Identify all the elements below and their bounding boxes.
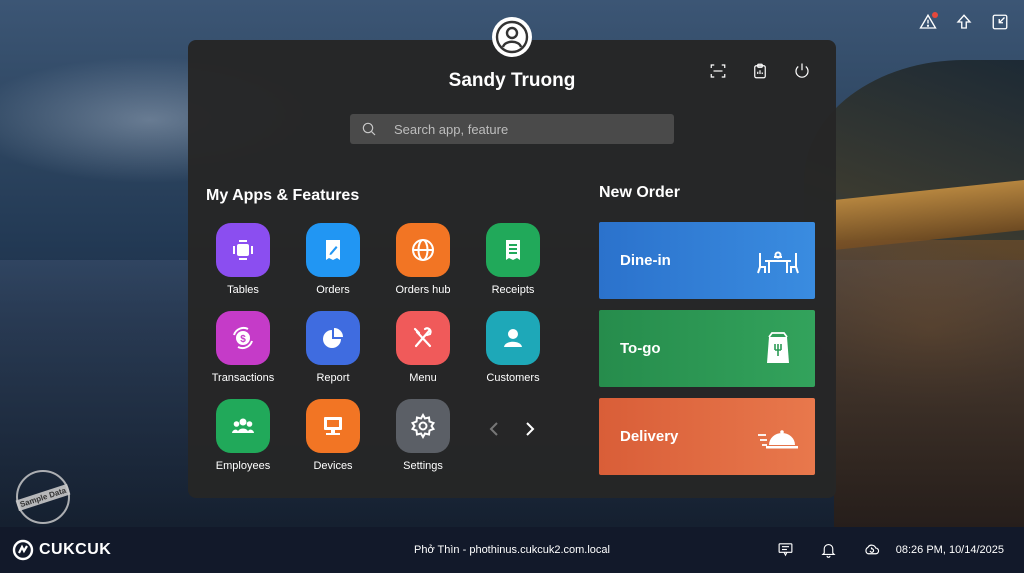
app-devices[interactable]: Devices — [293, 399, 373, 472]
delivery-label: Delivery — [620, 428, 679, 445]
app-employees[interactable]: Employees — [203, 399, 283, 472]
app-label: Menu — [409, 372, 437, 384]
dine-in-label: Dine-in — [620, 252, 671, 269]
app-tables[interactable]: Tables — [203, 223, 283, 296]
sample-data-label: Sample Data — [15, 483, 71, 511]
app-receipts[interactable]: Receipts — [473, 223, 553, 296]
app-label: Transactions — [211, 372, 275, 384]
new-order-title: New Order — [599, 184, 680, 201]
upload-icon[interactable] — [954, 12, 974, 32]
user-icon — [486, 311, 540, 365]
app-label: Receipts — [491, 284, 535, 296]
search-input[interactable] — [392, 120, 656, 138]
apps-section-title: My Apps & Features — [206, 187, 360, 204]
receipts-icon — [486, 223, 540, 277]
delivery-button[interactable]: Delivery — [599, 398, 815, 475]
dine-in-icon — [757, 251, 799, 273]
to-go-bag-icon — [767, 331, 789, 363]
app-label: Devices — [313, 460, 353, 472]
gear-icon — [396, 399, 450, 453]
app-orders-hub[interactable]: Orders hub — [383, 223, 463, 296]
to-go-label: To-go — [620, 340, 661, 357]
app-label: Employees — [215, 460, 271, 472]
app-report[interactable]: Report — [293, 311, 373, 384]
top-right-toolbar — [918, 12, 1010, 32]
app-label: Tables — [227, 284, 259, 296]
prev-page-button[interactable] — [487, 420, 501, 438]
monitor-icon — [306, 399, 360, 453]
clipboard-icon[interactable] — [750, 60, 770, 82]
group-icon — [216, 399, 270, 453]
bottom-status-bar: CUKCUK Phở Thìn - phothinus.cukcuk2.com.… — [0, 527, 1024, 573]
app-settings[interactable]: Settings — [383, 399, 463, 472]
cloud-sync-icon[interactable] — [863, 541, 880, 558]
app-menu[interactable]: Menu — [383, 311, 463, 384]
orders-icon — [306, 223, 360, 277]
sample-data-stamp: Sample Data — [15, 470, 71, 524]
to-go-button[interactable]: To-go — [599, 310, 815, 387]
scan-icon[interactable] — [708, 60, 728, 82]
delivery-cloche-icon — [758, 429, 798, 448]
user-avatar-icon — [495, 20, 529, 54]
app-label: Report — [316, 372, 350, 384]
notification-dot — [932, 12, 938, 18]
panel-actions — [708, 60, 812, 82]
user-name: Sandy Truong — [448, 70, 576, 91]
warning-icon[interactable] — [918, 12, 938, 32]
bell-icon[interactable] — [820, 541, 837, 558]
next-page-button[interactable] — [523, 420, 537, 438]
app-orders[interactable]: Orders — [293, 223, 373, 296]
datetime-display: 08:26 PM, 10/14/2025 — [895, 544, 1004, 556]
chevron-left-icon — [489, 422, 498, 436]
background-cafe — [834, 240, 1024, 527]
app-customers[interactable]: Customers — [473, 311, 553, 384]
user-avatar[interactable] — [492, 17, 532, 57]
app-label: Orders — [316, 284, 350, 296]
fork-knife-icon — [396, 311, 450, 365]
search-bar[interactable] — [350, 114, 674, 144]
transactions-icon: $ — [216, 311, 270, 365]
app-label: Customers — [486, 372, 540, 384]
app-transactions[interactable]: $ Transactions — [203, 311, 283, 384]
globe-icon — [396, 223, 450, 277]
screen-message-icon[interactable] — [777, 541, 794, 558]
app-label: Settings — [403, 460, 443, 472]
tables-icon — [216, 223, 270, 277]
power-icon[interactable] — [792, 60, 812, 82]
dine-in-button[interactable]: Dine-in — [599, 222, 815, 299]
status-icons — [777, 541, 880, 558]
chevron-right-icon — [526, 422, 535, 436]
svg-text:$: $ — [240, 334, 246, 345]
app-label: Orders hub — [395, 284, 451, 296]
minimize-window-icon[interactable] — [990, 12, 1010, 32]
pie-chart-icon — [306, 311, 360, 365]
search-icon — [362, 122, 376, 136]
